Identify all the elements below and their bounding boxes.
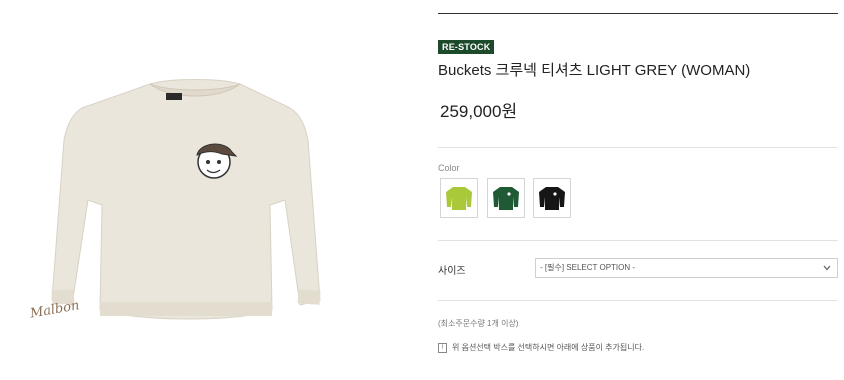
min-order-note: (최소주문수량 1개 이상) (438, 319, 519, 328)
info-icon: ! (438, 342, 447, 353)
product-image[interactable]: Malbon (0, 0, 360, 375)
divider (438, 147, 838, 148)
option-notice: ! 위 옵션선택 박스를 선택하시면 아래에 상품이 추가됩니다. (438, 342, 644, 353)
sweatshirt-illustration: Malbon (28, 79, 321, 322)
product-title: Buckets 크루넥 티셔츠 LIGHT GREY (WOMAN) (438, 62, 751, 79)
sweatshirt-thumb-icon (446, 187, 472, 210)
size-select-value: - [필수] SELECT OPTION - (540, 263, 636, 272)
sweatshirt-thumb-icon (539, 187, 565, 210)
top-divider (438, 13, 838, 14)
divider (438, 240, 838, 241)
divider (438, 300, 838, 301)
notice-text: 위 옵션선택 박스를 선택하시면 아래에 상품이 추가됩니다. (452, 343, 645, 352)
color-swatch-green[interactable] (487, 178, 525, 218)
color-swatch-black[interactable] (533, 178, 571, 218)
chevron-down-icon (823, 265, 831, 271)
restock-badge: RE-STOCK (438, 40, 495, 54)
sleeve-logo: Malbon (28, 298, 81, 322)
color-swatch-lime[interactable] (440, 178, 478, 218)
color-label: Color (438, 163, 460, 173)
size-select[interactable]: - [필수] SELECT OPTION - (535, 258, 838, 278)
sweatshirt-thumb-icon (493, 187, 519, 210)
product-price: 259,000원 (440, 102, 518, 121)
size-label: 사이즈 (438, 266, 466, 277)
